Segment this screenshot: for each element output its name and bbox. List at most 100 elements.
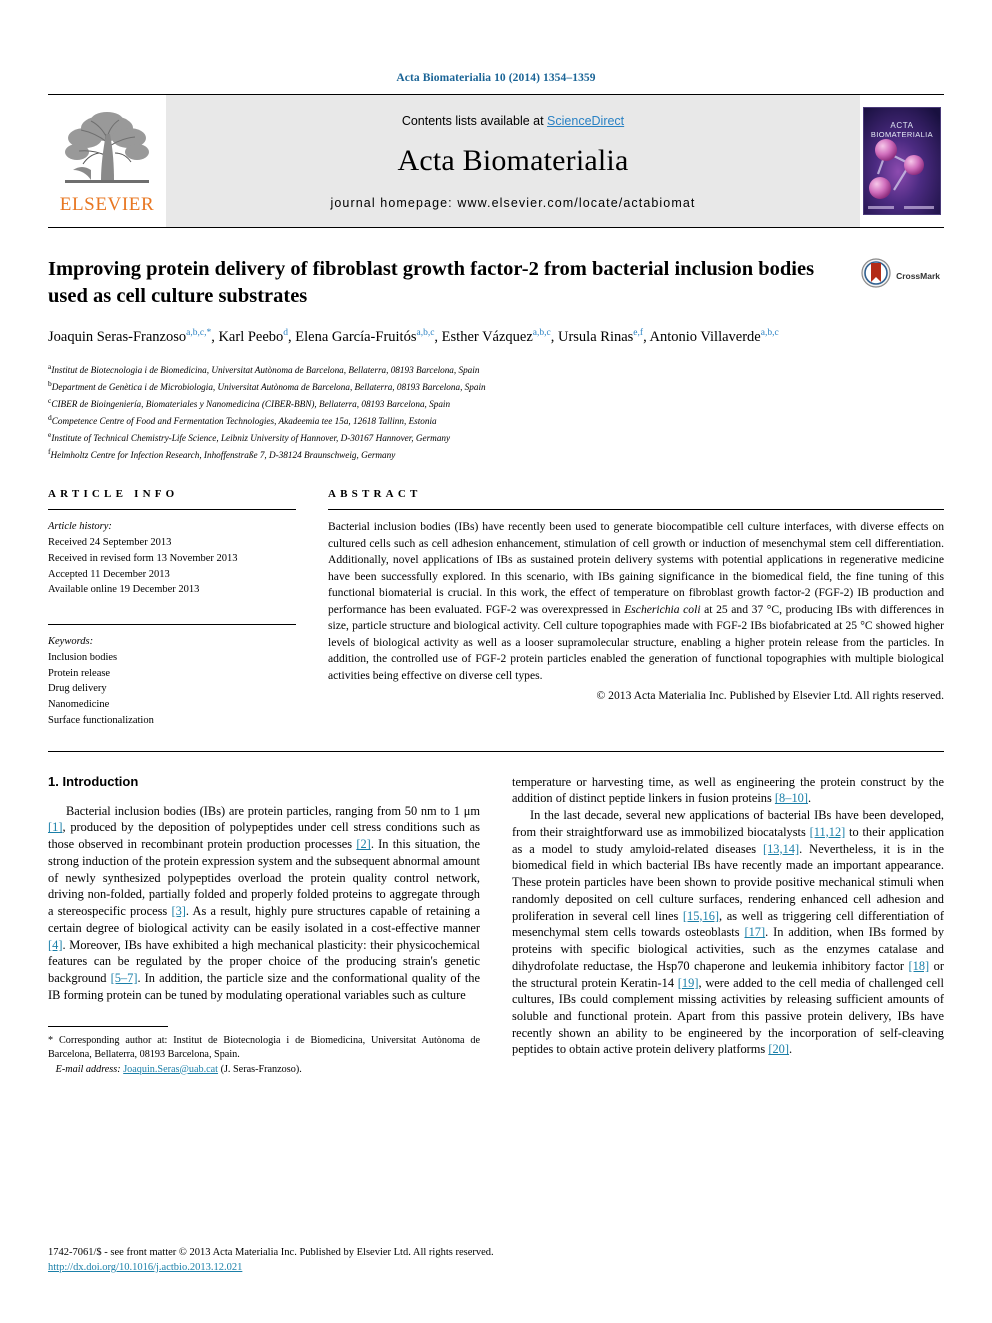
affiliation-text: CIBER de Bioingeniería, Biomateriales y … <box>51 398 451 409</box>
abstract-heading: ABSTRACT <box>328 488 422 501</box>
keyword-item: Drug delivery <box>48 683 107 695</box>
citation-ref[interactable]: [8–10] <box>775 791 808 805</box>
citation-ref[interactable]: [5–7] <box>111 971 138 985</box>
author-name: Esther Vázquez <box>441 328 533 345</box>
citation-ref[interactable]: [11,12] <box>810 825 846 839</box>
citation-ref[interactable]: [3] <box>171 904 185 918</box>
article-history-block: Article history: Received 24 September 2… <box>48 519 296 598</box>
keyword-item: Surface functionalization <box>48 714 154 726</box>
svg-text:BIOMATERIALIA: BIOMATERIALIA <box>871 130 933 139</box>
text-run: temperature or harvesting time, as well … <box>512 774 944 806</box>
keyword-item: Nanomedicine <box>48 699 110 711</box>
sciencedirect-link[interactable]: ScienceDirect <box>547 114 624 128</box>
article-info-column: ARTICLE INFO Article history: Received 2… <box>48 488 296 728</box>
affiliation-item: fHelmholtz Centre for Infection Research… <box>48 446 944 463</box>
affiliation-text: Institute of Technical Chemistry-Life Sc… <box>51 432 451 443</box>
author-name: Karl Peebo <box>218 328 284 345</box>
email-owner: (J. Seras-Franzoso). <box>220 1063 302 1075</box>
affiliation-text: Competence Centre of Food and Fermentati… <box>51 415 437 426</box>
info-abstract-row: ARTICLE INFO Article history: Received 2… <box>48 488 944 728</box>
article-page: Acta Biomaterialia 10 (2014) 1354–1359 E… <box>0 0 992 1323</box>
citation-ref[interactable]: [18] <box>909 959 930 973</box>
author-item: Karl Peebod <box>218 328 288 345</box>
running-head: Acta Biomaterialia 10 (2014) 1354–1359 <box>396 72 596 84</box>
footnote-divider <box>48 1025 168 1027</box>
text-run: . <box>789 1042 793 1057</box>
section-heading-introduction: 1. Introduction <box>48 773 139 789</box>
contents-lists-prefix: Contents lists available at <box>401 114 548 128</box>
title-block: Improving protein delivery of fibroblast… <box>48 256 944 310</box>
journal-homepage[interactable]: journal homepage: www.elsevier.com/locat… <box>331 196 696 210</box>
keyword-item: Inclusion bodies <box>48 651 118 663</box>
author-affil-marks[interactable]: d <box>283 328 288 338</box>
author-name: Antonio Villaverde <box>649 328 761 345</box>
author-affil-marks[interactable]: a,b,c <box>416 328 434 338</box>
author-item: Elena García-Fruitósa,b,c <box>295 328 434 345</box>
affiliation-list: aInstitut de Biotecnologia i de Biomedic… <box>48 361 944 463</box>
divider <box>48 750 944 752</box>
text-run: Bacterial inclusion bodies (IBs) are pro… <box>66 803 480 818</box>
body-column-right: temperature or harvesting time, as well … <box>512 774 944 1077</box>
history-item: Available online 19 December 2013 <box>48 584 200 596</box>
citation-ref[interactable]: [1] <box>48 820 62 834</box>
affiliation-item: bDepartment de Genètica i de Microbiolog… <box>48 378 944 395</box>
author-name: Elena García-Fruitós <box>295 328 417 345</box>
body-column-left: 1. Introduction Bacterial inclusion bodi… <box>48 774 480 1077</box>
author-item: Antonio Villaverdea,b,c <box>649 328 779 345</box>
paragraph: temperature or harvesting time, as well … <box>512 774 944 807</box>
affiliation-text: Department de Genètica i de Microbiologi… <box>51 381 486 392</box>
divider <box>48 624 296 626</box>
history-item: Received in revised form 13 November 201… <box>48 552 238 564</box>
text-run: . <box>807 791 812 806</box>
author-affil-marks[interactable]: a,b,c,* <box>186 328 211 338</box>
citation-ref[interactable]: [15,16] <box>683 909 719 923</box>
abstract-column: ABSTRACT Bacterial inclusion bodies (IBs… <box>296 488 944 728</box>
contents-lists-line: Contents lists available at ScienceDirec… <box>402 114 624 128</box>
doi-link[interactable]: http://dx.doi.org/10.1016/j.actbio.2013.… <box>48 1262 242 1273</box>
abstract-species-name: Escherichia coli <box>624 602 701 616</box>
citation-ref[interactable]: [4] <box>48 938 62 952</box>
author-name: Ursula Rinas <box>557 328 634 345</box>
page-title: Improving protein delivery of fibroblast… <box>48 258 815 308</box>
author-item: Ursula Rinase,f <box>557 328 643 345</box>
affiliation-item: eInstitute of Technical Chemistry-Life S… <box>48 429 944 446</box>
divider <box>48 509 296 511</box>
elsevier-logo: ELSEVIER <box>48 95 166 227</box>
author-affil-marks[interactable]: a,b,c <box>533 328 551 338</box>
citation-ref[interactable]: [19] <box>678 976 699 990</box>
abstract-copyright: © 2013 Acta Materialia Inc. Published by… <box>596 689 944 703</box>
email-label: E-mail address: <box>55 1063 121 1075</box>
affiliation-item: aInstitut de Biotecnologia i de Biomedic… <box>48 361 944 378</box>
author-affil-marks[interactable]: a,b,c <box>761 328 779 338</box>
journal-title: Acta Biomaterialia <box>397 144 629 177</box>
email-link[interactable]: Joaquin.Seras@uab.cat <box>123 1064 218 1075</box>
paragraph: In the last decade, several new applicat… <box>512 807 944 1058</box>
crossmark-icon <box>861 258 891 293</box>
issn-copyright-line: 1742-7061/$ - see front matter © 2013 Ac… <box>48 1246 494 1258</box>
citation-ref[interactable]: [13,14] <box>763 842 799 856</box>
author-list: Joaquin Seras-Franzosoa,b,c,*, Karl Peeb… <box>48 328 779 345</box>
crossmark-badge[interactable]: CrossMark <box>861 258 940 293</box>
keyword-item: Protein release <box>48 667 111 679</box>
svg-text:ACTA: ACTA <box>890 121 913 130</box>
history-item: Received 24 September 2013 <box>48 537 172 549</box>
divider <box>328 509 944 511</box>
journal-masthead: ELSEVIER Contents lists available at Sci… <box>48 94 944 228</box>
affiliation-text: Institut de Biotecnologia i de Biomedici… <box>51 364 480 375</box>
journal-cover-thumbnail: ACTA BIOMATERIALIA <box>860 95 944 227</box>
keywords-block: Keywords: Inclusion bodies Protein relea… <box>48 634 296 729</box>
affiliation-item: cCIBER de Bioingeniería, Biomateriales y… <box>48 395 944 412</box>
author-affil-marks[interactable]: e,f <box>633 328 643 338</box>
paragraph: Bacterial inclusion bodies (IBs) are pro… <box>48 803 480 1004</box>
crossmark-label: CrossMark <box>896 270 940 281</box>
history-item: Accepted 11 December 2013 <box>48 568 170 580</box>
author-item: Esther Vázqueza,b,c <box>441 328 551 345</box>
abstract-text: Bacterial inclusion bodies (IBs) have re… <box>328 519 944 684</box>
keywords-label: Keywords: <box>48 636 94 648</box>
body-columns: 1. Introduction Bacterial inclusion bodi… <box>48 774 944 1077</box>
citation-ref[interactable]: [2] <box>356 837 370 851</box>
citation-ref[interactable]: [17] <box>744 925 765 939</box>
citation-ref[interactable]: [20] <box>768 1042 789 1056</box>
page-footer: 1742-7061/$ - see front matter © 2013 Ac… <box>48 1245 944 1275</box>
abstract-part-1: Bacterial inclusion bodies (IBs) have re… <box>328 520 944 616</box>
